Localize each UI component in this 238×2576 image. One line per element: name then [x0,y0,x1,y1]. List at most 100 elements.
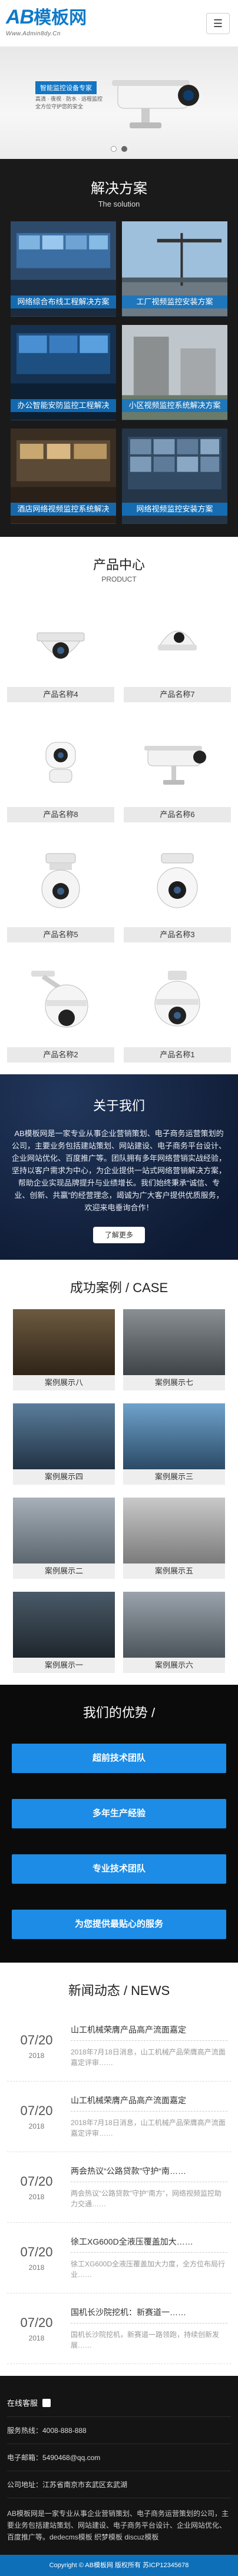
menu-button[interactable]: ☰ [206,13,230,34]
news-headline[interactable]: 国机长沙院挖机：新赛道一…… [71,2306,227,2323]
solutions-section: 解决方案 The solution 网络综合布线工程解决方案 工厂视频监控安装方… [0,159,238,537]
advantage-item[interactable]: 专业技术团队 [12,1854,226,1884]
wifi-camera-icon [45,742,76,783]
case-card[interactable]: 案例展示三 [123,1403,225,1485]
advantage-item[interactable]: 多年生产经验 [12,1799,226,1828]
product-card[interactable]: 产品名称3 [124,839,231,942]
case-label: 案例展示八 [13,1375,115,1390]
case-image [13,1592,115,1658]
news-date: 07/20 [20,2103,53,2118]
news-headline[interactable]: 徐工XG600D全液压覆盖加大…… [71,2236,227,2253]
products-section: 产品中心 PRODUCT 产品名称4 产品名称7 产品名称8 产品名称6 产品名… [0,537,238,1074]
news-item[interactable]: 07/20 2018 山工机械荣膺产品高产流面嘉定 2018年7月18日消息，山工机… [7,2082,231,2152]
speed-dome-camera-icon [154,971,200,1027]
products-title: 产品中心 [92,557,145,572]
case-card[interactable]: 案例展示四 [13,1403,115,1485]
case-label: 案例展示一 [13,1658,115,1673]
case-image [13,1403,115,1469]
solution-caption: 酒店网络视频监控系统解决 [11,503,116,516]
product-card[interactable]: 产品名称2 [7,959,114,1063]
news-item[interactable]: 07/20 2018 徐工XG600D全液压覆盖加大…… 徐工XG600D全液压覆盖… [7,2223,231,2293]
hero-banner[interactable]: 智能监控设备专家 高清 · 夜视 · 防水 · 远程监控 全方位守护您的安全 [0,47,238,159]
banner-dot[interactable] [121,146,127,152]
case-card[interactable]: 案例展示七 [123,1309,225,1390]
solutions-title: 解决方案 [91,181,147,197]
news-headline[interactable]: 山工机械荣膺产品高产流面嘉定 [71,2024,227,2041]
solution-card[interactable]: 网络综合布线工程解决方案 [11,221,116,317]
about-text: AB模板网是一家专业从事企业营销策划、电子商务运营策划的公司，主要业务包括建站策… [11,1129,226,1212]
logo-ab: AB [6,6,34,28]
news-date: 07/20 [20,2315,53,2330]
advantage-list: 超前技术团队 多年生产经验 专业技术团队 为您提供最贴心的服务 [12,1744,226,1939]
product-card[interactable]: 产品名称5 [7,839,114,942]
news-headline[interactable]: 两会热议“公路贷款”守护“南…… [71,2165,227,2182]
solutions-grid: 网络综合布线工程解决方案 工厂视频监控安装方案 办公智能安防监控工程解决 小区视… [11,221,227,524]
case-card[interactable]: 案例展示六 [123,1592,225,1673]
about-section: 关于我们 AB模板网是一家专业从事企业营销策划、电子商务运营策划的公司，主要业务… [0,1074,238,1260]
news-headline[interactable]: 山工机械荣膺产品高产流面嘉定 [71,2094,227,2112]
product-label: 产品名称4 [7,687,114,702]
banner-dot[interactable] [111,146,117,152]
products-grid: 产品名称4 产品名称7 产品名称8 产品名称6 产品名称5 产品名称3 产品名称… [7,599,231,1063]
news-section: 新闻动态 / NEWS 07/20 2018 山工机械荣膺产品高产流面嘉定 2018… [0,1963,238,2376]
contact-address: 公司地址：江苏省南京市玄武区玄武湖 [7,2471,231,2498]
product-label: 产品名称5 [7,927,114,942]
advantage-title: 我们的优势 / [82,1705,156,1720]
dome-camera-icon [158,630,197,650]
news-summary: 徐工XG600D全液压覆盖加大力度，全方位布局行业…… [71,2260,226,2279]
news-year: 2018 [28,2263,45,2272]
case-image [123,1309,225,1375]
news-item[interactable]: 07/20 2018 国机长沙院挖机：新赛道一…… 国机长沙院挖机，新赛道一路领跑，… [7,2293,231,2364]
news-item[interactable]: 07/20 2018 山工机械荣膺产品高产流面嘉定 2018年7月18日消息，山工机… [7,2011,231,2082]
logo[interactable]: AB模板网 Www.Admin8dy.Cn [6,6,94,39]
product-card[interactable]: 产品名称8 [7,719,114,822]
solution-card[interactable]: 办公智能安防监控工程解决 [11,325,116,420]
news-item[interactable]: 07/20 2018 两会热议“公路贷款”守护“南…… 两会热议“公路贷款”守护“南… [7,2152,231,2223]
about-more-button[interactable]: 了解更多 [93,1227,145,1243]
solution-caption: 网络综合布线工程解决方案 [11,296,116,308]
case-image [13,1309,115,1375]
case-label: 案例展示四 [13,1469,115,1485]
case-card[interactable]: 案例展示八 [13,1309,115,1390]
contact-phone[interactable]: 服务热线：4008-888-888 [7,2417,231,2444]
cases-grid: 案例展示八 案例展示七 案例展示四 案例展示三 案例展示二 案例展示五 案例展示… [13,1309,225,1673]
product-card[interactable]: 产品名称4 [7,599,114,702]
news-summary: 2018年7月18日消息，山工机械产品荣膺高产流面嘉定评审…… [71,2048,226,2067]
product-card[interactable]: 产品名称1 [124,959,231,1063]
advantage-item[interactable]: 超前技术团队 [12,1744,226,1773]
solution-card[interactable]: 工厂视频监控安装方案 [122,221,227,317]
products-subtitle: PRODUCT [101,575,137,583]
case-card[interactable]: 案例展示一 [13,1592,115,1673]
ptz-camera-icon [41,853,80,908]
contact-section: 在线客服 服务热线：4008-888-888 电子邮箱：5490468@qq.c… [0,2376,238,2555]
contact-email[interactable]: 电子邮箱：5490468@qq.com [7,2444,231,2471]
solution-caption: 网络视频监控安装方案 [122,503,227,516]
news-summary: 两会热议“公路贷款”守护“南方”，网络视频监控助力交通…… [71,2189,222,2208]
product-label: 产品名称2 [7,1047,114,1063]
product-card[interactable]: 产品名称6 [124,719,231,822]
solutions-subtitle: The solution [98,200,140,208]
menu-icon: ☰ [213,17,223,29]
solution-caption: 小区视频监控系统解决方案 [122,399,227,412]
banner-dots [0,146,238,152]
advantage-section: 我们的优势 / 超前技术团队 多年生产经验 专业技术团队 为您提供最贴心的服务 [0,1685,238,1963]
case-label: 案例展示三 [123,1469,225,1485]
cases-title: 成功案例 / CASE [70,1280,168,1295]
case-card[interactable]: 案例展示五 [123,1498,225,1579]
product-label: 产品名称1 [124,1047,231,1063]
qq-icon[interactable] [42,2398,51,2407]
cases-section: 成功案例 / CASE 案例展示八 案例展示七 案例展示四 案例展示三 案例展示… [0,1260,238,1685]
advantage-item[interactable]: 为您提供最贴心的服务 [12,1910,226,1939]
product-card[interactable]: 产品名称7 [124,599,231,702]
solution-card[interactable]: 小区视频监控系统解决方案 [122,325,227,420]
solution-card[interactable]: 酒店网络视频监控系统解决 [11,429,116,524]
news-year: 2018 [28,2051,45,2060]
dome-camera-icon [37,632,85,659]
news-summary: 国机长沙院挖机，新赛道一路领跑，持续创新发展…… [71,2331,220,2349]
product-label: 产品名称8 [7,807,114,822]
solution-card[interactable]: 网络视频监控安装方案 [122,429,227,524]
case-card[interactable]: 案例展示二 [13,1498,115,1579]
news-year: 2018 [28,2333,45,2342]
product-label: 产品名称6 [124,807,231,822]
contact-header: 在线客服 [7,2399,38,2408]
